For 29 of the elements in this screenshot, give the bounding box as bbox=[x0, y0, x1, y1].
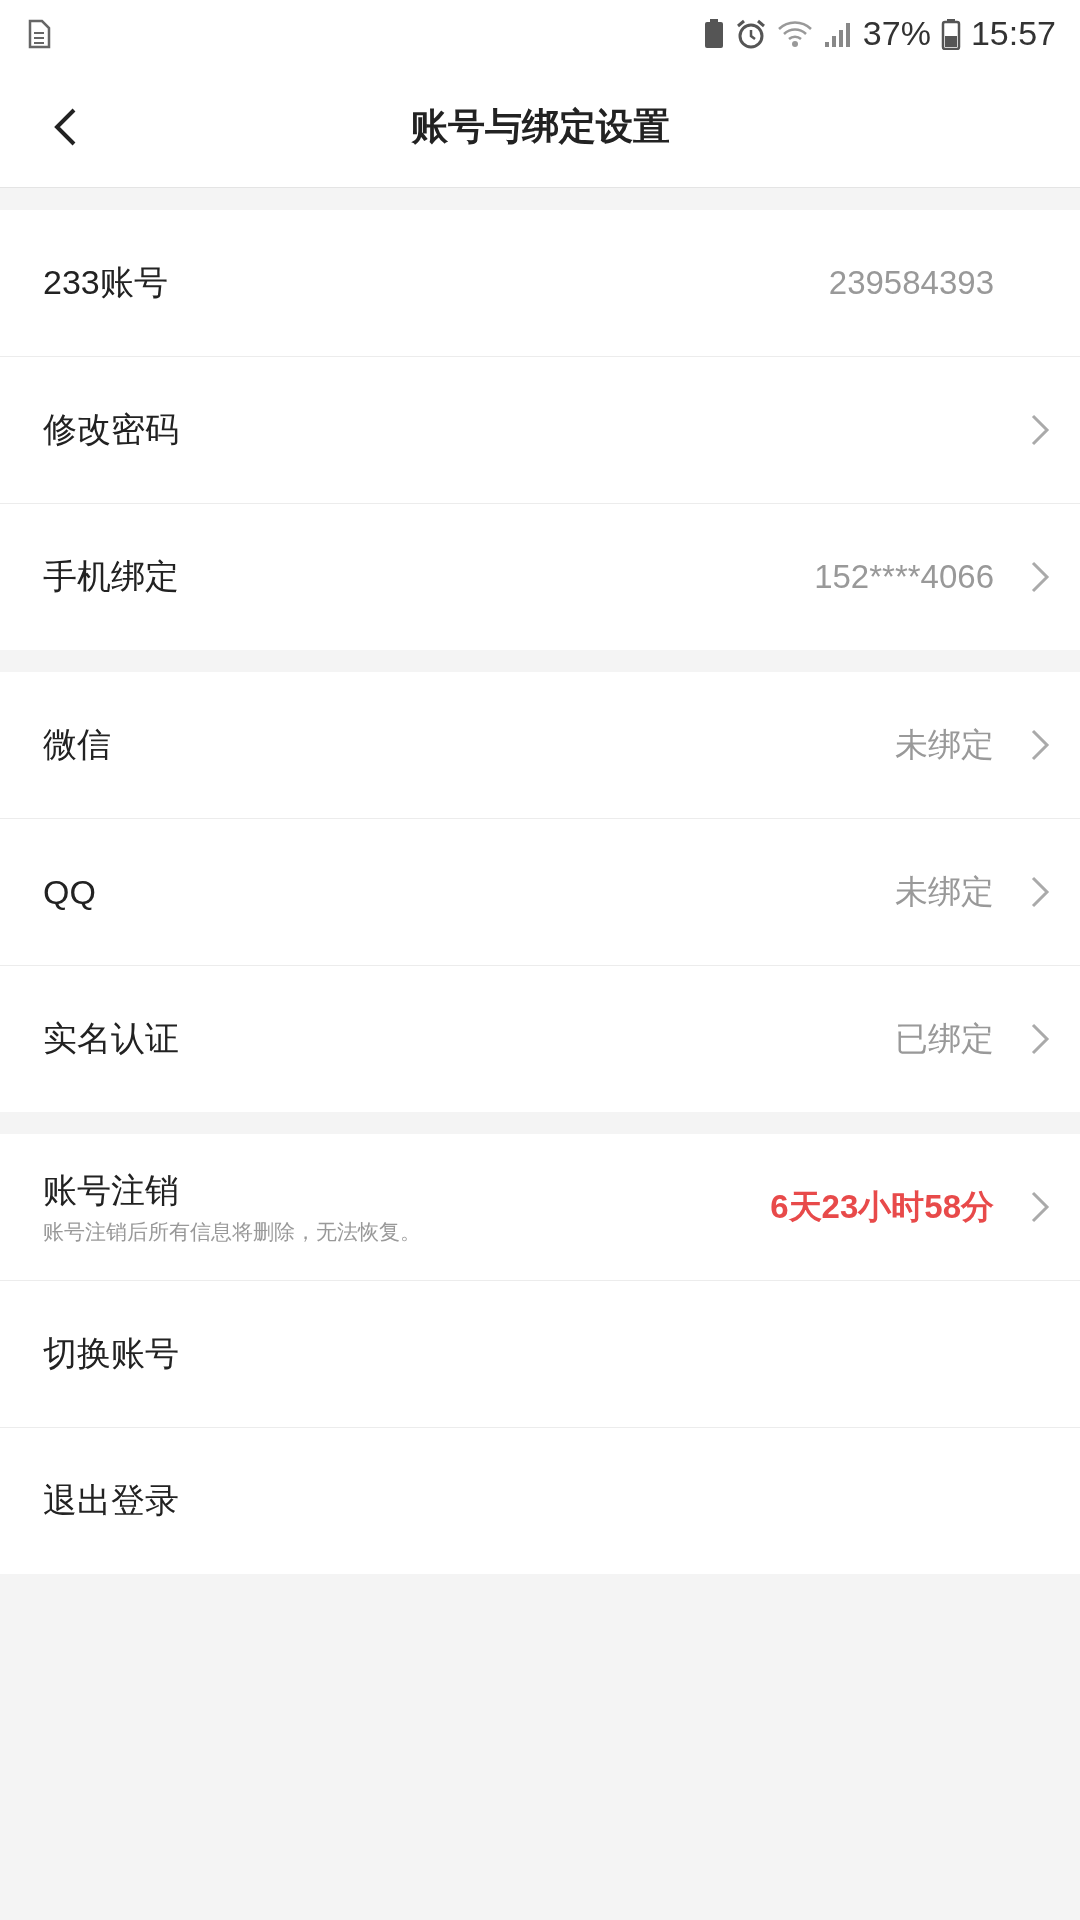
chevron-right-icon bbox=[1030, 875, 1050, 909]
chevron-right-icon bbox=[1030, 1190, 1050, 1224]
battery-icon bbox=[940, 17, 961, 50]
row-value: 未绑定 bbox=[895, 724, 994, 765]
row-label: 实名认证 bbox=[43, 1018, 179, 1059]
row-label: QQ bbox=[43, 872, 96, 912]
chevron-right-icon bbox=[1030, 413, 1050, 447]
alarm-icon bbox=[734, 17, 767, 50]
clock-time: 15:57 bbox=[970, 14, 1056, 53]
row-label: 微信 bbox=[43, 724, 111, 765]
row-value: 152****4066 bbox=[814, 558, 994, 596]
battery-percent: 37% bbox=[862, 14, 931, 53]
row-value: 239584393 bbox=[828, 264, 994, 302]
row-label: 账号注销 bbox=[43, 1170, 180, 1211]
row-value: 6天23小时58分 bbox=[770, 1186, 994, 1227]
chevron-right-icon bbox=[1030, 560, 1050, 594]
row-label: 切换账号 bbox=[43, 1333, 179, 1374]
row-label: 修改密码 bbox=[43, 409, 179, 450]
document-icon bbox=[26, 18, 52, 49]
row-value: 已绑定 bbox=[895, 1018, 994, 1059]
row-label: 233账号 bbox=[43, 262, 168, 303]
row-label: 退出登录 bbox=[43, 1480, 179, 1521]
chevron-right-icon bbox=[1030, 728, 1050, 762]
row-label: 手机绑定 bbox=[43, 556, 179, 597]
wifi-icon bbox=[776, 18, 813, 49]
chevron-right-icon bbox=[1030, 1022, 1050, 1056]
page-title: 账号与绑定设置 bbox=[410, 105, 670, 149]
row-hint: 账号注销后所有信息将删除，无法恢复。 bbox=[43, 1219, 421, 1245]
row-value: 未绑定 bbox=[895, 871, 994, 912]
